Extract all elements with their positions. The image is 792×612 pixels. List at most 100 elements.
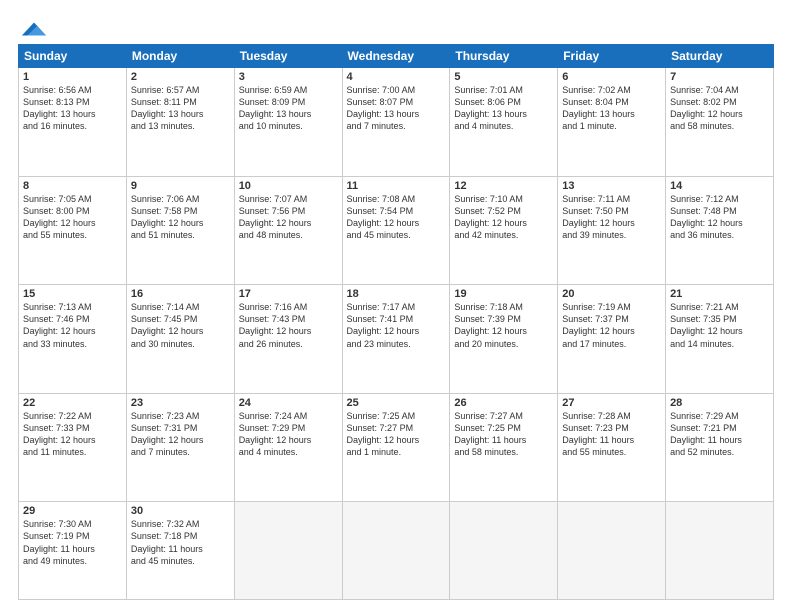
day-number: 15 xyxy=(23,288,122,300)
day-info: Sunrise: 7:14 AM Sunset: 7:45 PM Dayligh… xyxy=(131,301,230,350)
calendar-week-row: 1Sunrise: 6:56 AM Sunset: 8:13 PM Daylig… xyxy=(19,68,774,177)
day-info: Sunrise: 7:23 AM Sunset: 7:31 PM Dayligh… xyxy=(131,410,230,459)
day-info: Sunrise: 7:07 AM Sunset: 7:56 PM Dayligh… xyxy=(239,193,338,242)
calendar-week-row: 15Sunrise: 7:13 AM Sunset: 7:46 PM Dayli… xyxy=(19,285,774,394)
day-number: 11 xyxy=(347,180,446,192)
day-number: 22 xyxy=(23,397,122,409)
day-number: 26 xyxy=(454,397,553,409)
calendar-day-cell xyxy=(342,502,450,600)
day-info: Sunrise: 6:57 AM Sunset: 8:11 PM Dayligh… xyxy=(131,84,230,133)
calendar-week-row: 22Sunrise: 7:22 AM Sunset: 7:33 PM Dayli… xyxy=(19,393,774,502)
day-info: Sunrise: 7:04 AM Sunset: 8:02 PM Dayligh… xyxy=(670,84,769,133)
calendar-day-cell xyxy=(666,502,774,600)
calendar-day-cell: 14Sunrise: 7:12 AM Sunset: 7:48 PM Dayli… xyxy=(666,176,774,285)
calendar-day-cell xyxy=(558,502,666,600)
day-number: 2 xyxy=(131,71,230,83)
day-info: Sunrise: 7:18 AM Sunset: 7:39 PM Dayligh… xyxy=(454,301,553,350)
calendar-week-row: 8Sunrise: 7:05 AM Sunset: 8:00 PM Daylig… xyxy=(19,176,774,285)
day-info: Sunrise: 7:10 AM Sunset: 7:52 PM Dayligh… xyxy=(454,193,553,242)
day-info: Sunrise: 7:17 AM Sunset: 7:41 PM Dayligh… xyxy=(347,301,446,350)
page: SundayMondayTuesdayWednesdayThursdayFrid… xyxy=(0,0,792,612)
calendar-day-cell: 21Sunrise: 7:21 AM Sunset: 7:35 PM Dayli… xyxy=(666,285,774,394)
day-number: 7 xyxy=(670,71,769,83)
day-info: Sunrise: 7:27 AM Sunset: 7:25 PM Dayligh… xyxy=(454,410,553,459)
calendar-day-cell xyxy=(234,502,342,600)
day-number: 30 xyxy=(131,505,230,517)
day-number: 24 xyxy=(239,397,338,409)
calendar-day-cell: 15Sunrise: 7:13 AM Sunset: 7:46 PM Dayli… xyxy=(19,285,127,394)
day-number: 5 xyxy=(454,71,553,83)
calendar-day-cell xyxy=(450,502,558,600)
calendar-day-cell: 8Sunrise: 7:05 AM Sunset: 8:00 PM Daylig… xyxy=(19,176,127,285)
day-info: Sunrise: 7:06 AM Sunset: 7:58 PM Dayligh… xyxy=(131,193,230,242)
calendar-day-cell: 6Sunrise: 7:02 AM Sunset: 8:04 PM Daylig… xyxy=(558,68,666,177)
day-info: Sunrise: 7:25 AM Sunset: 7:27 PM Dayligh… xyxy=(347,410,446,459)
day-number: 28 xyxy=(670,397,769,409)
day-info: Sunrise: 7:12 AM Sunset: 7:48 PM Dayligh… xyxy=(670,193,769,242)
calendar: SundayMondayTuesdayWednesdayThursdayFrid… xyxy=(18,44,774,600)
calendar-day-cell: 4Sunrise: 7:00 AM Sunset: 8:07 PM Daylig… xyxy=(342,68,450,177)
weekday-header: Friday xyxy=(558,45,666,68)
calendar-day-cell: 24Sunrise: 7:24 AM Sunset: 7:29 PM Dayli… xyxy=(234,393,342,502)
calendar-day-cell: 5Sunrise: 7:01 AM Sunset: 8:06 PM Daylig… xyxy=(450,68,558,177)
calendar-week-row: 29Sunrise: 7:30 AM Sunset: 7:19 PM Dayli… xyxy=(19,502,774,600)
day-number: 1 xyxy=(23,71,122,83)
day-number: 20 xyxy=(562,288,661,300)
day-number: 25 xyxy=(347,397,446,409)
header xyxy=(18,18,774,36)
calendar-day-cell: 2Sunrise: 6:57 AM Sunset: 8:11 PM Daylig… xyxy=(126,68,234,177)
calendar-day-cell: 12Sunrise: 7:10 AM Sunset: 7:52 PM Dayli… xyxy=(450,176,558,285)
calendar-day-cell: 11Sunrise: 7:08 AM Sunset: 7:54 PM Dayli… xyxy=(342,176,450,285)
calendar-day-cell: 25Sunrise: 7:25 AM Sunset: 7:27 PM Dayli… xyxy=(342,393,450,502)
day-info: Sunrise: 7:00 AM Sunset: 8:07 PM Dayligh… xyxy=(347,84,446,133)
day-info: Sunrise: 7:29 AM Sunset: 7:21 PM Dayligh… xyxy=(670,410,769,459)
day-number: 13 xyxy=(562,180,661,192)
calendar-day-cell: 26Sunrise: 7:27 AM Sunset: 7:25 PM Dayli… xyxy=(450,393,558,502)
day-number: 12 xyxy=(454,180,553,192)
logo xyxy=(18,18,48,36)
calendar-day-cell: 16Sunrise: 7:14 AM Sunset: 7:45 PM Dayli… xyxy=(126,285,234,394)
calendar-day-cell: 3Sunrise: 6:59 AM Sunset: 8:09 PM Daylig… xyxy=(234,68,342,177)
calendar-day-cell: 20Sunrise: 7:19 AM Sunset: 7:37 PM Dayli… xyxy=(558,285,666,394)
calendar-day-cell: 30Sunrise: 7:32 AM Sunset: 7:18 PM Dayli… xyxy=(126,502,234,600)
calendar-day-cell: 28Sunrise: 7:29 AM Sunset: 7:21 PM Dayli… xyxy=(666,393,774,502)
day-number: 23 xyxy=(131,397,230,409)
day-number: 16 xyxy=(131,288,230,300)
day-info: Sunrise: 7:19 AM Sunset: 7:37 PM Dayligh… xyxy=(562,301,661,350)
day-number: 19 xyxy=(454,288,553,300)
day-info: Sunrise: 7:02 AM Sunset: 8:04 PM Dayligh… xyxy=(562,84,661,133)
calendar-day-cell: 9Sunrise: 7:06 AM Sunset: 7:58 PM Daylig… xyxy=(126,176,234,285)
day-number: 17 xyxy=(239,288,338,300)
weekday-header: Sunday xyxy=(19,45,127,68)
calendar-day-cell: 10Sunrise: 7:07 AM Sunset: 7:56 PM Dayli… xyxy=(234,176,342,285)
day-number: 10 xyxy=(239,180,338,192)
day-info: Sunrise: 7:16 AM Sunset: 7:43 PM Dayligh… xyxy=(239,301,338,350)
day-number: 29 xyxy=(23,505,122,517)
day-number: 27 xyxy=(562,397,661,409)
day-info: Sunrise: 7:28 AM Sunset: 7:23 PM Dayligh… xyxy=(562,410,661,459)
calendar-day-cell: 19Sunrise: 7:18 AM Sunset: 7:39 PM Dayli… xyxy=(450,285,558,394)
calendar-day-cell: 27Sunrise: 7:28 AM Sunset: 7:23 PM Dayli… xyxy=(558,393,666,502)
calendar-day-cell: 23Sunrise: 7:23 AM Sunset: 7:31 PM Dayli… xyxy=(126,393,234,502)
weekday-header: Wednesday xyxy=(342,45,450,68)
day-info: Sunrise: 7:13 AM Sunset: 7:46 PM Dayligh… xyxy=(23,301,122,350)
day-info: Sunrise: 7:05 AM Sunset: 8:00 PM Dayligh… xyxy=(23,193,122,242)
calendar-day-cell: 7Sunrise: 7:04 AM Sunset: 8:02 PM Daylig… xyxy=(666,68,774,177)
day-number: 21 xyxy=(670,288,769,300)
day-number: 9 xyxy=(131,180,230,192)
calendar-day-cell: 13Sunrise: 7:11 AM Sunset: 7:50 PM Dayli… xyxy=(558,176,666,285)
day-info: Sunrise: 6:56 AM Sunset: 8:13 PM Dayligh… xyxy=(23,84,122,133)
calendar-day-cell: 18Sunrise: 7:17 AM Sunset: 7:41 PM Dayli… xyxy=(342,285,450,394)
day-info: Sunrise: 7:11 AM Sunset: 7:50 PM Dayligh… xyxy=(562,193,661,242)
day-info: Sunrise: 7:21 AM Sunset: 7:35 PM Dayligh… xyxy=(670,301,769,350)
calendar-header-row: SundayMondayTuesdayWednesdayThursdayFrid… xyxy=(19,45,774,68)
weekday-header: Tuesday xyxy=(234,45,342,68)
day-info: Sunrise: 6:59 AM Sunset: 8:09 PM Dayligh… xyxy=(239,84,338,133)
day-number: 4 xyxy=(347,71,446,83)
day-number: 6 xyxy=(562,71,661,83)
calendar-day-cell: 17Sunrise: 7:16 AM Sunset: 7:43 PM Dayli… xyxy=(234,285,342,394)
calendar-day-cell: 22Sunrise: 7:22 AM Sunset: 7:33 PM Dayli… xyxy=(19,393,127,502)
day-info: Sunrise: 7:01 AM Sunset: 8:06 PM Dayligh… xyxy=(454,84,553,133)
day-info: Sunrise: 7:22 AM Sunset: 7:33 PM Dayligh… xyxy=(23,410,122,459)
day-number: 14 xyxy=(670,180,769,192)
